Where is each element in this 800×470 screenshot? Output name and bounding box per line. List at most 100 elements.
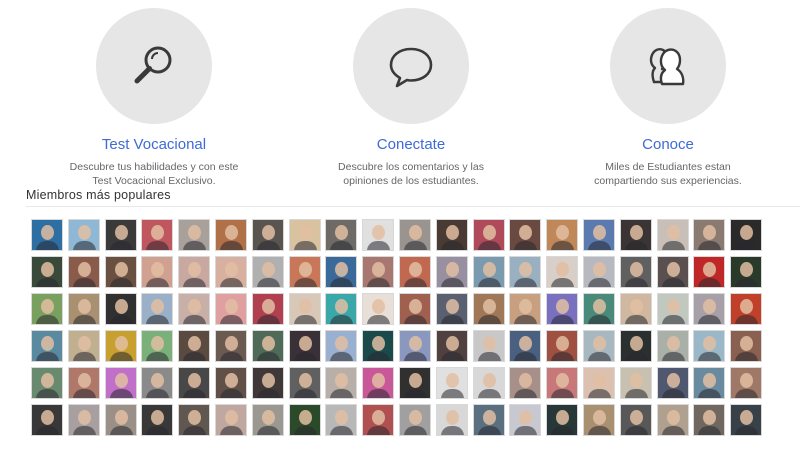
member-avatar[interactable]: [141, 367, 174, 399]
member-avatar[interactable]: [693, 367, 726, 399]
member-avatar[interactable]: [31, 219, 63, 251]
member-avatar[interactable]: [509, 293, 542, 325]
member-avatar[interactable]: [288, 256, 321, 288]
member-avatar[interactable]: [435, 219, 468, 251]
member-avatar[interactable]: [362, 219, 395, 251]
member-avatar[interactable]: [398, 256, 431, 288]
member-avatar[interactable]: [67, 404, 100, 436]
feature-title-conectate[interactable]: Conectate: [301, 136, 521, 154]
member-avatar[interactable]: [619, 404, 652, 436]
member-avatar[interactable]: [178, 219, 211, 251]
member-avatar[interactable]: [31, 256, 63, 288]
member-avatar[interactable]: [546, 330, 579, 362]
member-avatar[interactable]: [31, 367, 63, 399]
member-avatar[interactable]: [730, 219, 763, 251]
member-avatar[interactable]: [619, 256, 652, 288]
member-avatar[interactable]: [435, 367, 468, 399]
member-avatar[interactable]: [251, 367, 284, 399]
member-avatar[interactable]: [546, 256, 579, 288]
member-avatar[interactable]: [509, 404, 542, 436]
member-avatar[interactable]: [104, 293, 137, 325]
member-avatar[interactable]: [509, 219, 542, 251]
member-avatar[interactable]: [546, 219, 579, 251]
member-avatar[interactable]: [104, 256, 137, 288]
member-avatar[interactable]: [362, 404, 395, 436]
member-avatar[interactable]: [546, 404, 579, 436]
member-avatar[interactable]: [214, 367, 247, 399]
member-avatar[interactable]: [730, 256, 763, 288]
member-avatar[interactable]: [104, 219, 137, 251]
member-avatar[interactable]: [693, 256, 726, 288]
people-icon-circle[interactable]: [610, 8, 726, 124]
member-avatar[interactable]: [251, 219, 284, 251]
member-avatar[interactable]: [325, 219, 358, 251]
member-avatar[interactable]: [362, 367, 395, 399]
member-avatar[interactable]: [472, 256, 505, 288]
member-avatar[interactable]: [693, 404, 726, 436]
member-avatar[interactable]: [730, 330, 763, 362]
member-avatar[interactable]: [178, 404, 211, 436]
member-avatar[interactable]: [288, 219, 321, 251]
member-avatar[interactable]: [141, 330, 174, 362]
member-avatar[interactable]: [288, 330, 321, 362]
member-avatar[interactable]: [582, 367, 615, 399]
member-avatar[interactable]: [67, 219, 100, 251]
member-avatar[interactable]: [656, 367, 689, 399]
member-avatar[interactable]: [619, 367, 652, 399]
member-avatar[interactable]: [178, 330, 211, 362]
member-avatar[interactable]: [104, 330, 137, 362]
speech-bubble-icon-circle[interactable]: [353, 8, 469, 124]
member-avatar[interactable]: [693, 293, 726, 325]
member-avatar[interactable]: [472, 404, 505, 436]
member-avatar[interactable]: [214, 219, 247, 251]
member-avatar[interactable]: [141, 293, 174, 325]
member-avatar[interactable]: [31, 293, 63, 325]
feature-title-conoce[interactable]: Conoce: [558, 136, 778, 154]
member-avatar[interactable]: [435, 256, 468, 288]
member-avatar[interactable]: [693, 330, 726, 362]
member-avatar[interactable]: [178, 367, 211, 399]
member-avatar[interactable]: [546, 367, 579, 399]
member-avatar[interactable]: [582, 404, 615, 436]
member-avatar[interactable]: [730, 404, 763, 436]
member-avatar[interactable]: [619, 293, 652, 325]
member-avatar[interactable]: [214, 293, 247, 325]
member-avatar[interactable]: [178, 293, 211, 325]
member-avatar[interactable]: [398, 367, 431, 399]
member-avatar[interactable]: [619, 330, 652, 362]
member-avatar[interactable]: [472, 330, 505, 362]
member-avatar[interactable]: [398, 330, 431, 362]
member-avatar[interactable]: [325, 256, 358, 288]
member-avatar[interactable]: [693, 219, 726, 251]
member-avatar[interactable]: [67, 293, 100, 325]
member-avatar[interactable]: [325, 293, 358, 325]
member-avatar[interactable]: [141, 219, 174, 251]
member-avatar[interactable]: [288, 293, 321, 325]
member-avatar[interactable]: [730, 367, 763, 399]
magnifier-icon-circle[interactable]: [96, 8, 212, 124]
member-avatar[interactable]: [582, 330, 615, 362]
member-avatar[interactable]: [546, 293, 579, 325]
member-avatar[interactable]: [325, 367, 358, 399]
member-avatar[interactable]: [509, 330, 542, 362]
member-avatar[interactable]: [619, 219, 652, 251]
member-avatar[interactable]: [67, 330, 100, 362]
member-avatar[interactable]: [472, 293, 505, 325]
member-avatar[interactable]: [656, 293, 689, 325]
member-avatar[interactable]: [435, 330, 468, 362]
member-avatar[interactable]: [251, 293, 284, 325]
member-avatar[interactable]: [141, 404, 174, 436]
member-avatar[interactable]: [178, 256, 211, 288]
member-avatar[interactable]: [67, 256, 100, 288]
member-avatar[interactable]: [362, 330, 395, 362]
member-avatar[interactable]: [435, 293, 468, 325]
member-avatar[interactable]: [288, 404, 321, 436]
member-avatar[interactable]: [730, 293, 763, 325]
member-avatar[interactable]: [656, 404, 689, 436]
member-avatar[interactable]: [398, 293, 431, 325]
member-avatar[interactable]: [214, 330, 247, 362]
member-avatar[interactable]: [582, 293, 615, 325]
member-avatar[interactable]: [251, 256, 284, 288]
member-avatar[interactable]: [251, 330, 284, 362]
member-avatar[interactable]: [398, 404, 431, 436]
